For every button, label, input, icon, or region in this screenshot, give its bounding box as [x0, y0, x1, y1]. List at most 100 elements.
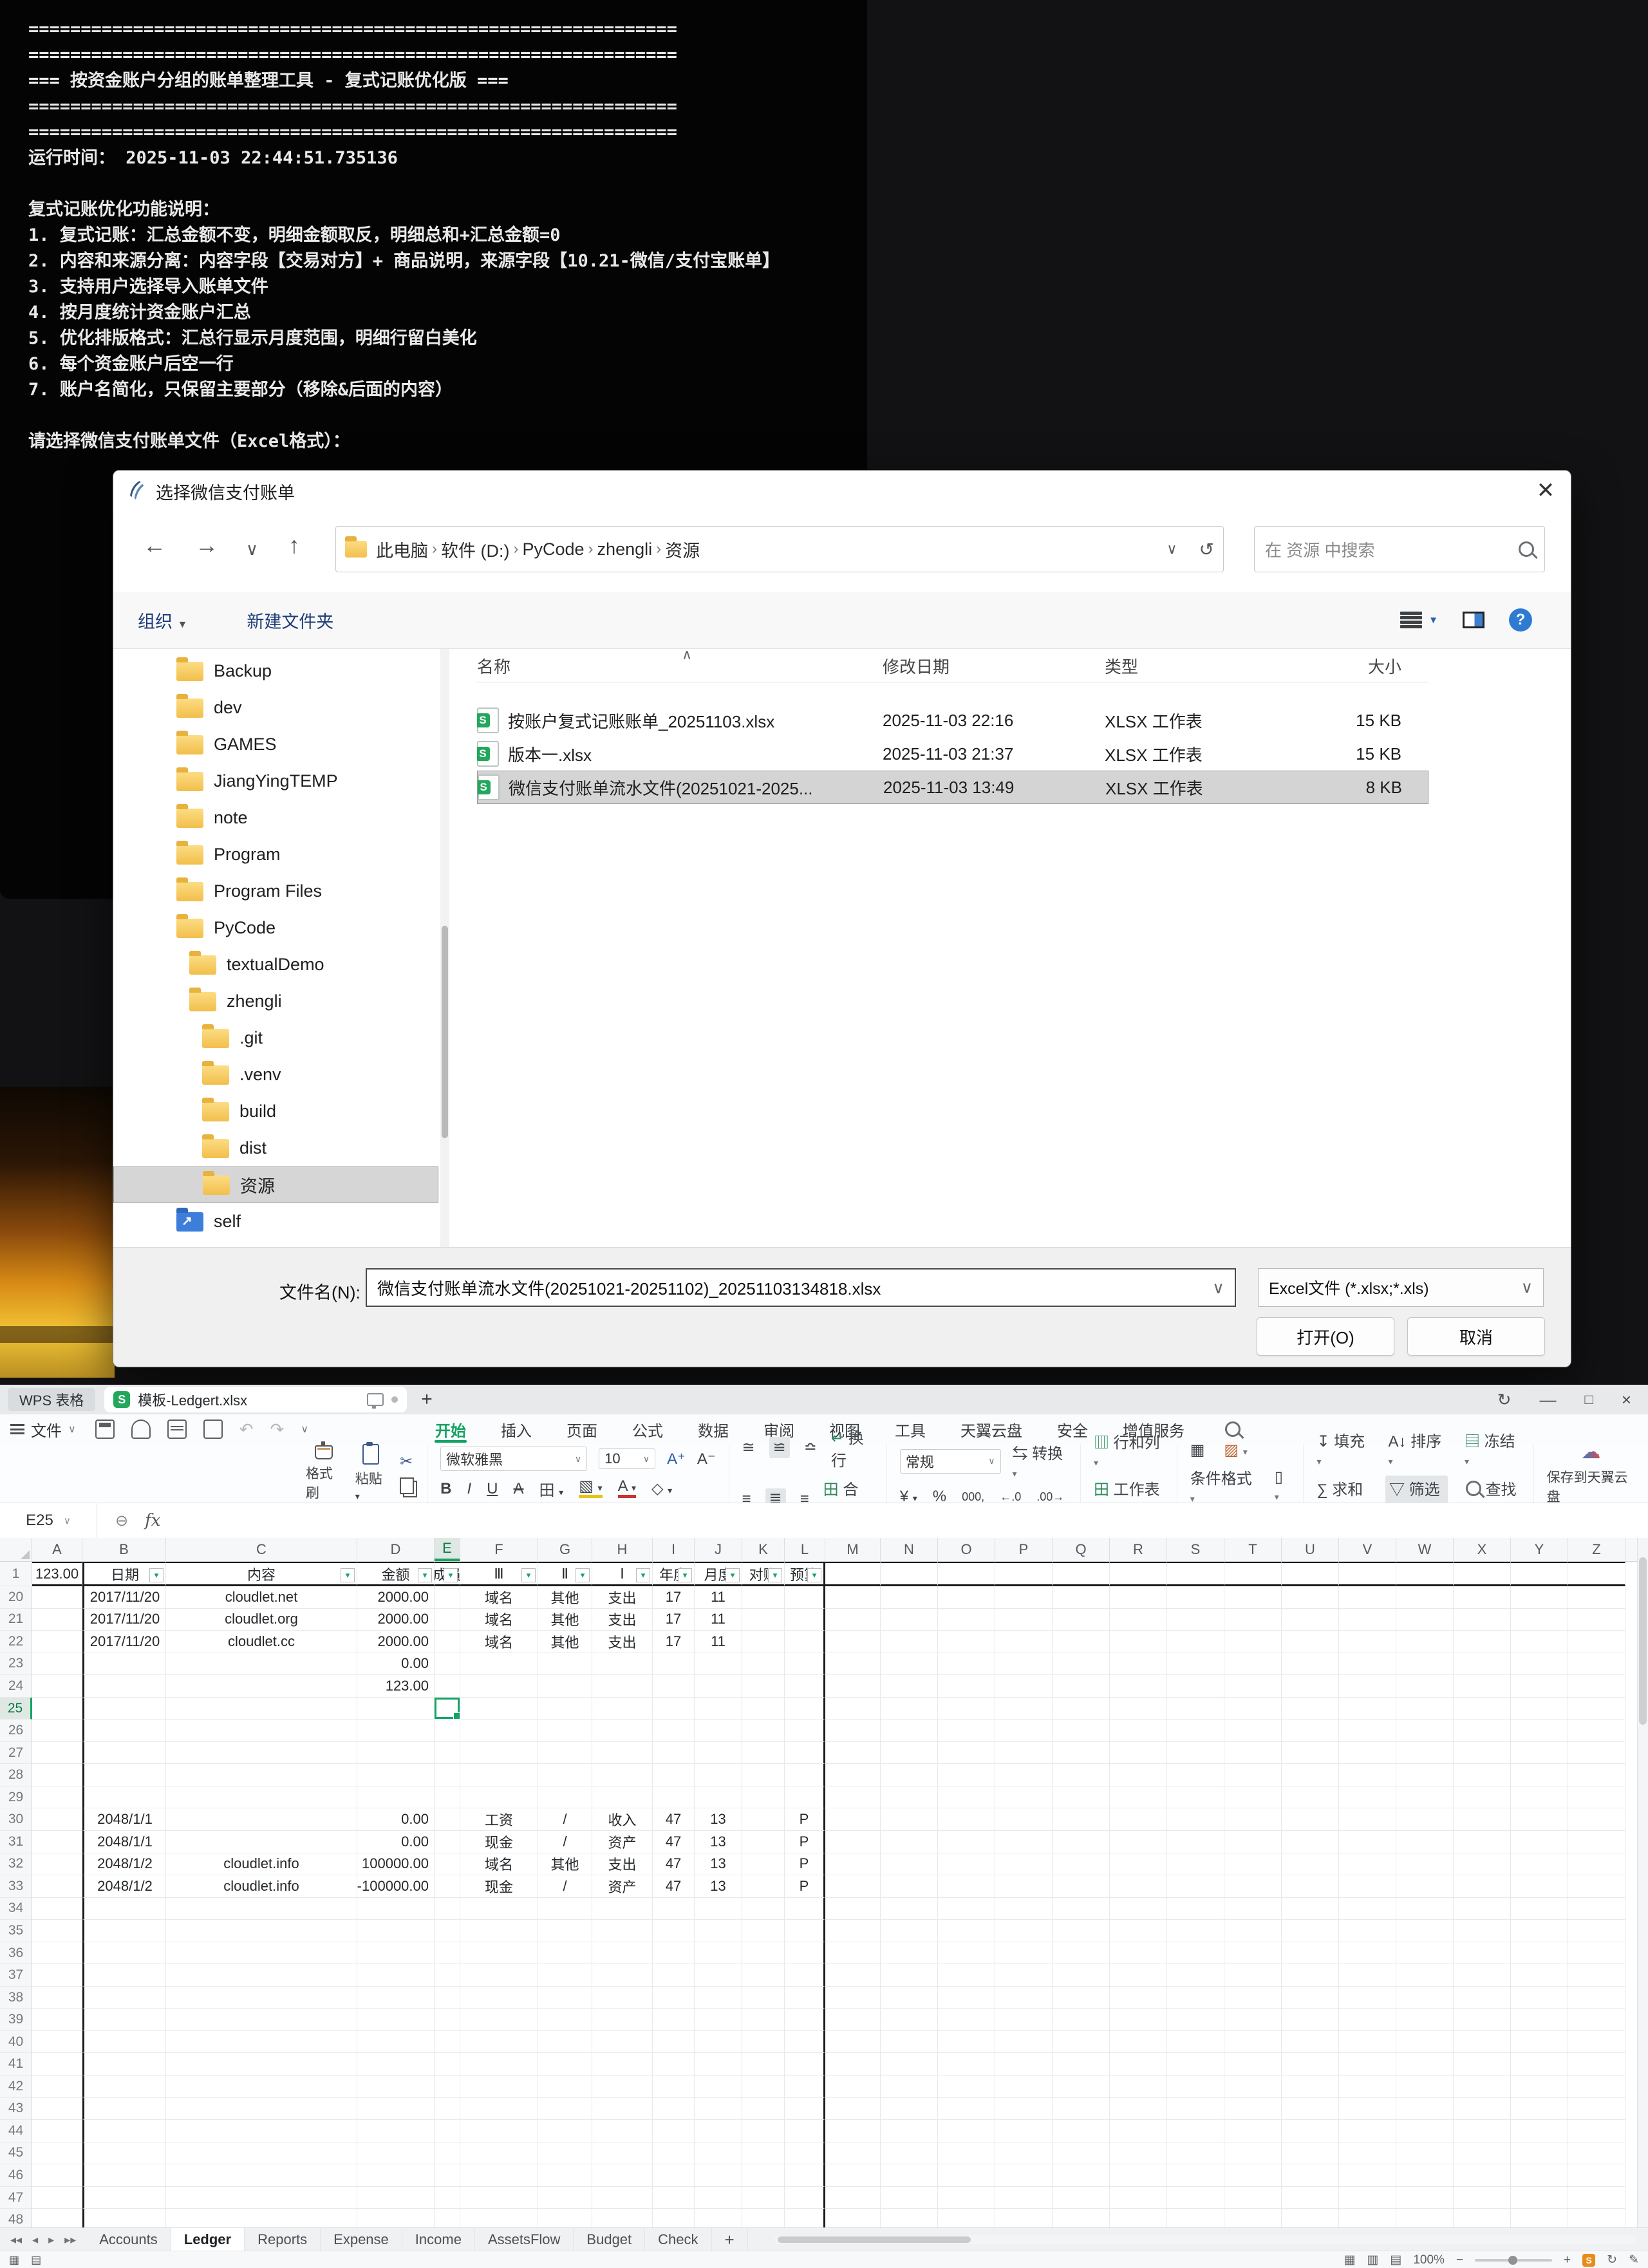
- sidebar-folder-item[interactable]: Program Files: [113, 873, 438, 910]
- cell-V28[interactable]: [1339, 1764, 1396, 1786]
- cell-G1[interactable]: Ⅱ▾: [538, 1562, 592, 1586]
- cell-L46[interactable]: [785, 2164, 825, 2187]
- cell-C25[interactable]: [166, 1698, 357, 1720]
- cell-P29[interactable]: [995, 1786, 1053, 1809]
- cell-N32[interactable]: [881, 1853, 938, 1876]
- column-header-S[interactable]: S: [1167, 1538, 1224, 1561]
- filter-icon[interactable]: ▾: [726, 1568, 740, 1582]
- cond-format-button[interactable]: 条件格式 ▾: [1190, 1466, 1255, 1506]
- cell-U31[interactable]: [1282, 1831, 1339, 1853]
- borders-icon[interactable]: 田 ▾: [539, 1477, 564, 1500]
- row-header-48[interactable]: 48: [0, 2209, 32, 2227]
- cell-N36[interactable]: [881, 1942, 938, 1965]
- cell-S28[interactable]: [1167, 1764, 1224, 1786]
- cell-Z42[interactable]: [1568, 2076, 1625, 2098]
- cell-I45[interactable]: [653, 2142, 695, 2165]
- cell-E26[interactable]: [435, 1720, 460, 1742]
- cell-D38[interactable]: [357, 1987, 435, 2009]
- cell-M25[interactable]: [825, 1698, 881, 1720]
- cell-B44[interactable]: [82, 2120, 166, 2142]
- cell-E25[interactable]: [435, 1698, 460, 1720]
- new-folder-button[interactable]: 新建文件夹: [187, 608, 333, 633]
- cell-I30[interactable]: 47: [653, 1808, 695, 1831]
- cell-J26[interactable]: [695, 1720, 742, 1742]
- open-button[interactable]: 打开(O): [1257, 1317, 1394, 1356]
- cell-Y33[interactable]: [1511, 1875, 1568, 1898]
- cell-P33[interactable]: [995, 1875, 1053, 1898]
- cell-W22[interactable]: [1396, 1631, 1454, 1653]
- cell-E27[interactable]: [435, 1742, 460, 1765]
- cell-O20[interactable]: [938, 1586, 995, 1609]
- menu-tab-天翼云盘[interactable]: 天翼云盘: [943, 1414, 1040, 1444]
- cell-S43[interactable]: [1167, 2098, 1224, 2121]
- cell-Y40[interactable]: [1511, 2031, 1568, 2054]
- cell-J41[interactable]: [695, 2053, 742, 2076]
- next-sheet-icon[interactable]: ▸: [48, 2233, 54, 2247]
- convert-button[interactable]: ⇆ 转换 ▾: [1013, 1441, 1067, 1481]
- cell-N26[interactable]: [881, 1720, 938, 1742]
- cell-Y30[interactable]: [1511, 1808, 1568, 1831]
- cell-L33[interactable]: P: [785, 1875, 825, 1898]
- cell-Z45[interactable]: [1568, 2142, 1625, 2165]
- cell-L43[interactable]: [785, 2098, 825, 2121]
- cell-T38[interactable]: [1224, 1987, 1282, 2009]
- cell-T42[interactable]: [1224, 2076, 1282, 2098]
- cell-W26[interactable]: [1396, 1720, 1454, 1742]
- cell-Z24[interactable]: [1568, 1675, 1625, 1698]
- cell-U47[interactable]: [1282, 2187, 1339, 2209]
- column-header-R[interactable]: R: [1110, 1538, 1167, 1561]
- cell-C35[interactable]: [166, 1920, 357, 1942]
- sidebar-folder-item[interactable]: textualDemo: [113, 946, 438, 983]
- cell-W21[interactable]: [1396, 1609, 1454, 1631]
- cell-C39[interactable]: [166, 2009, 357, 2031]
- undo-icon[interactable]: ↶: [239, 1420, 254, 1439]
- cell-Z33[interactable]: [1568, 1875, 1625, 1898]
- cell-M39[interactable]: [825, 2009, 881, 2031]
- cell-O21[interactable]: [938, 1609, 995, 1631]
- cell-I42[interactable]: [653, 2076, 695, 2098]
- cell-N25[interactable]: [881, 1698, 938, 1720]
- column-header-B[interactable]: B: [82, 1538, 166, 1561]
- cell-I36[interactable]: [653, 1942, 695, 1965]
- cell-P28[interactable]: [995, 1764, 1053, 1786]
- cell-T22[interactable]: [1224, 1631, 1282, 1653]
- cell-X42[interactable]: [1454, 2076, 1511, 2098]
- file-row[interactable]: 按账户复式记账账单_20251103.xlsx2025-11-03 22:16X…: [477, 704, 1428, 737]
- cell-M45[interactable]: [825, 2142, 881, 2165]
- cell-A27[interactable]: [32, 1742, 82, 1765]
- cell-A34[interactable]: [32, 1898, 82, 1920]
- cell-K20[interactable]: [742, 1586, 785, 1609]
- cell-P41[interactable]: [995, 2053, 1053, 2076]
- cell-V38[interactable]: [1339, 1987, 1396, 2009]
- cell-T26[interactable]: [1224, 1720, 1282, 1742]
- cell-F38[interactable]: [460, 1987, 538, 2009]
- cell-L34[interactable]: [785, 1898, 825, 1920]
- cell-J1[interactable]: 月度▾: [695, 1562, 742, 1586]
- cell-J43[interactable]: [695, 2098, 742, 2121]
- cell-C34[interactable]: [166, 1898, 357, 1920]
- cell-E42[interactable]: [435, 2076, 460, 2098]
- cell-N45[interactable]: [881, 2142, 938, 2165]
- cell-N43[interactable]: [881, 2098, 938, 2121]
- cell-P38[interactable]: [995, 1987, 1053, 2009]
- cell-M28[interactable]: [825, 1764, 881, 1786]
- cell-V48[interactable]: [1339, 2209, 1396, 2227]
- cell-P31[interactable]: [995, 1831, 1053, 1853]
- row-header-37[interactable]: 37: [0, 1964, 32, 1987]
- cell-O27[interactable]: [938, 1742, 995, 1765]
- cell-K36[interactable]: [742, 1942, 785, 1965]
- cell-F31[interactable]: 现金: [460, 1831, 538, 1853]
- cell-L45[interactable]: [785, 2142, 825, 2165]
- cell-C37[interactable]: [166, 1964, 357, 1987]
- cell-C48[interactable]: [166, 2209, 357, 2227]
- wps-logo-icon[interactable]: S: [1582, 2254, 1595, 2267]
- cell-Z36[interactable]: [1568, 1942, 1625, 1965]
- cell-B40[interactable]: [82, 2031, 166, 2054]
- cell-T21[interactable]: [1224, 1609, 1282, 1631]
- cell-W38[interactable]: [1396, 1987, 1454, 2009]
- cell-K48[interactable]: [742, 2209, 785, 2227]
- fx-icon[interactable]: fx: [145, 1511, 160, 1530]
- breadcrumb-segment[interactable]: 软件 (D:): [441, 537, 509, 562]
- cell-W35[interactable]: [1396, 1920, 1454, 1942]
- cell-E21[interactable]: [435, 1609, 460, 1631]
